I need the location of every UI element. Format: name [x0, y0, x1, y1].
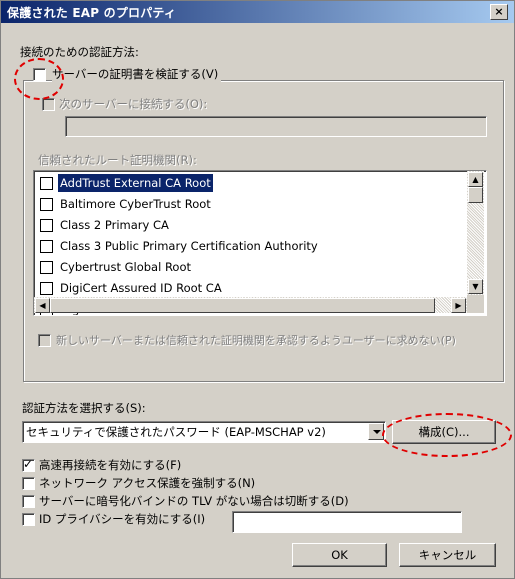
ca-item-label: Cybertrust Global Root	[60, 260, 192, 274]
scrollbar-corner	[467, 295, 484, 313]
identity-privacy-checkbox[interactable]	[22, 513, 35, 526]
chevron-down-icon	[373, 430, 381, 434]
highlight-ring-validate	[14, 58, 64, 100]
ca-item-checkbox[interactable]	[40, 261, 53, 274]
validate-cert-label: サーバーの証明書を検証する(V)	[52, 66, 222, 82]
highlight-ring-configure	[382, 413, 512, 457]
connect-to-checkbox[interactable]	[42, 98, 55, 111]
title-bar[interactable]: 保護された EAP のプロパティ ×	[1, 1, 514, 23]
ca-item-label: AddTrust External CA Root	[58, 174, 213, 192]
method-heading: 認証方法を選択する(S):	[22, 401, 146, 415]
chevron-up-icon: ▲	[472, 175, 479, 184]
ca-item-label: Baltimore CyberTrust Root	[60, 197, 211, 211]
disconnect-no-tlv-checkbox[interactable]	[22, 495, 35, 508]
fast-reconnect-checkbox[interactable]: ✓	[22, 457, 35, 472]
scroll-left-button[interactable]: ◀	[35, 298, 50, 313]
scroll-up-button[interactable]: ▲	[468, 172, 483, 187]
enforce-nap-checkbox[interactable]	[22, 477, 35, 490]
scroll-right-button[interactable]: ▶	[451, 298, 466, 313]
identity-privacy-input[interactable]	[232, 511, 462, 533]
scroll-down-button[interactable]: ▼	[468, 279, 483, 294]
ca-item-label: DigiCert Assured ID Root CA	[60, 281, 222, 295]
vertical-scroll-thumb[interactable]	[468, 187, 483, 203]
chevron-right-icon: ▶	[455, 301, 462, 310]
ca-item-label: Class 3 Public Primary Certification Aut…	[60, 239, 318, 253]
auth-method-dropdown[interactable]: セキュリティで保護されたパスワード (EAP-MSCHAP v2)	[22, 421, 386, 443]
ok-button[interactable]: OK	[292, 543, 387, 567]
fast-reconnect-label: 高速再接続を有効にする(F)	[39, 458, 182, 472]
ca-list-horizontal-scrollbar[interactable]: ◀ ▶	[34, 297, 467, 313]
ca-item-label: Class 2 Primary CA	[60, 218, 169, 232]
ca-item-checkbox[interactable]	[40, 240, 53, 253]
eap-properties-dialog: 保護された EAP のプロパティ × 接続のための認証方法: サーバーの証明書を…	[0, 0, 515, 579]
ca-item-checkbox[interactable]	[40, 177, 53, 190]
auth-method-value: セキュリティで保護されたパスワード (EAP-MSCHAP v2)	[26, 425, 326, 439]
ca-item-checkbox[interactable]	[40, 282, 53, 295]
no-prompt-checkbox[interactable]	[38, 334, 51, 347]
checkmark-icon: ✓	[23, 457, 34, 471]
cancel-button[interactable]: キャンセル	[399, 543, 496, 567]
horizontal-scroll-thumb[interactable]	[50, 298, 435, 313]
trusted-ca-list[interactable]: AddTrust External CA Root Baltimore Cyber…	[33, 170, 487, 316]
disconnect-no-tlv-label: サーバーに暗号化バインドの TLV がない場合は切断する(D)	[39, 494, 349, 508]
ca-item-checkbox[interactable]	[40, 219, 53, 232]
window-title: 保護された EAP のプロパティ	[7, 6, 177, 20]
trusted-ca-label: 信頼されたルート証明機関(R):	[38, 153, 197, 167]
ca-list-vertical-scrollbar[interactable]: ▲ ▼	[467, 171, 484, 295]
chevron-down-icon: ▼	[472, 282, 479, 291]
enforce-nap-label: ネットワーク アクセス保護を強制する(N)	[39, 476, 256, 490]
no-prompt-label: 新しいサーバーまたは信頼された証明機関を承認するようユーザーに求めない(P)	[56, 334, 456, 347]
ca-item-checkbox[interactable]	[40, 198, 53, 211]
close-icon: ×	[494, 5, 504, 18]
chevron-left-icon: ◀	[39, 301, 46, 310]
connect-to-input[interactable]	[65, 116, 487, 137]
connect-to-label: 次のサーバーに接続する(O):	[59, 97, 208, 111]
close-button[interactable]: ×	[490, 4, 508, 20]
identity-privacy-label: ID プライバシーを有効にする(I)	[39, 512, 206, 526]
